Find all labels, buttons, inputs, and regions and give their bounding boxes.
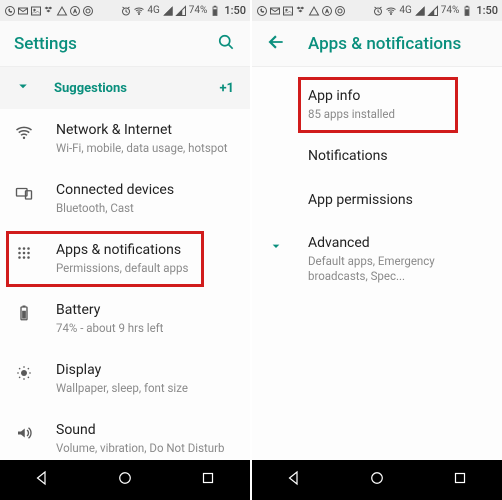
whatsapp-icon: [4, 5, 16, 17]
row-title: Network & Internet: [56, 122, 234, 140]
item-display[interactable]: Display Wallpaper, sleep, font size: [0, 349, 250, 409]
phone-left: A 4G 74% 1:50 Settings Suggestions +1 Ne…: [0, 0, 250, 500]
dropbox-icon: [295, 5, 307, 17]
nav-back-icon[interactable]: [285, 469, 303, 491]
app-bar: Apps & notifications: [252, 21, 502, 67]
network-label: 4G: [398, 5, 412, 16]
battery-percent: 74%: [440, 5, 461, 16]
nav-bar: [0, 460, 250, 500]
chevron-down-icon: [266, 235, 286, 254]
settings-list: Network & Internet Wi-Fi, mobile, data u…: [0, 109, 250, 460]
status-bar: A 4G 74% 1:50: [0, 0, 250, 21]
picture-icon: [282, 5, 294, 17]
page-title: Apps & notifications: [308, 34, 461, 54]
dropbox-icon: [43, 5, 55, 17]
circle-a-icon: A: [321, 5, 333, 17]
signal-icon: [162, 5, 174, 17]
item-advanced[interactable]: Advanced Default apps, Emergency broadca…: [252, 222, 502, 298]
item-notifications[interactable]: Notifications: [252, 135, 502, 179]
battery-icon: [14, 302, 34, 322]
svg-text:A: A: [325, 9, 329, 15]
copyright-icon: [82, 5, 94, 17]
suggestions-label: Suggestions: [54, 81, 127, 96]
alarm-icon: [372, 5, 384, 17]
search-icon[interactable]: [216, 32, 236, 56]
nav-back-icon[interactable]: [33, 469, 51, 491]
mail-icon: [269, 5, 281, 17]
wifi-icon: [133, 5, 145, 17]
chevron-down-icon: [14, 77, 32, 99]
triangle-icon: [56, 5, 68, 17]
display-icon: [14, 362, 34, 382]
nav-home-icon[interactable]: [368, 469, 386, 491]
sound-icon: [14, 422, 34, 442]
row-subtitle: 74% - about 9 hrs left: [56, 321, 234, 337]
suggestions-row[interactable]: Suggestions +1: [0, 67, 250, 109]
item-connected-devices[interactable]: Connected devices Bluetooth, Cast: [0, 169, 250, 229]
row-title: Sound: [56, 422, 234, 440]
network-label: 4G: [146, 5, 160, 16]
row-title: Battery: [56, 302, 234, 320]
signal-icon: [414, 5, 426, 17]
battery-icon: [461, 5, 473, 17]
app-bar: Settings: [0, 21, 250, 67]
wifi-icon: [14, 122, 34, 142]
row-title: App permissions: [308, 192, 486, 210]
highlight-box: [298, 77, 458, 133]
row-title: Connected devices: [56, 182, 234, 200]
circle-a-icon: A: [69, 5, 81, 17]
page-title: Settings: [14, 34, 77, 54]
devices-icon: [14, 182, 34, 202]
copyright-icon: [334, 5, 346, 17]
nav-bar: [252, 460, 502, 500]
wifi-icon: [385, 5, 397, 17]
phone-right: A 4G 74% 1:50 Apps & notifications App i…: [252, 0, 502, 500]
item-app-permissions[interactable]: App permissions: [252, 179, 502, 223]
battery-icon: [209, 5, 221, 17]
row-subtitle: Wallpaper, sleep, font size: [56, 381, 234, 397]
row-title: Notifications: [308, 148, 486, 166]
row-subtitle: Bluetooth, Cast: [56, 201, 234, 217]
signal2-icon: [427, 5, 439, 17]
nav-recents-icon[interactable]: [199, 469, 217, 491]
row-title: Display: [56, 362, 234, 380]
nav-home-icon[interactable]: [116, 469, 134, 491]
suggestions-badge: +1: [219, 81, 234, 96]
apps-notifications-list: App info 85 apps installed Notifications…: [252, 67, 502, 460]
alarm-icon: [120, 5, 132, 17]
nav-recents-icon[interactable]: [451, 469, 469, 491]
item-network[interactable]: Network & Internet Wi-Fi, mobile, data u…: [0, 109, 250, 169]
row-title: Advanced: [308, 235, 486, 253]
svg-text:A: A: [73, 9, 77, 15]
signal2-icon: [175, 5, 187, 17]
back-arrow-icon[interactable]: [266, 32, 286, 56]
item-battery[interactable]: Battery 74% - about 9 hrs left: [0, 289, 250, 349]
highlight-box: [6, 231, 204, 287]
whatsapp-icon: [256, 5, 268, 17]
item-sound[interactable]: Sound Volume, vibration, Do Not Disturb: [0, 409, 250, 460]
row-subtitle: Volume, vibration, Do Not Disturb: [56, 441, 234, 457]
battery-percent: 74%: [188, 5, 209, 16]
status-bar: A 4G 74% 1:50: [252, 0, 502, 21]
mail-icon: [17, 5, 29, 17]
picture-icon: [30, 5, 42, 17]
triangle-icon: [308, 5, 320, 17]
row-subtitle: Wi-Fi, mobile, data usage, hotspot: [56, 141, 234, 157]
item-apps-notifications[interactable]: Apps & notifications Permissions, defaul…: [0, 229, 250, 289]
clock: 1:50: [474, 4, 498, 17]
clock: 1:50: [222, 4, 246, 17]
row-subtitle: Default apps, Emergency broadcasts, Spec…: [308, 254, 486, 285]
item-app-info[interactable]: App info 85 apps installed: [252, 75, 502, 135]
